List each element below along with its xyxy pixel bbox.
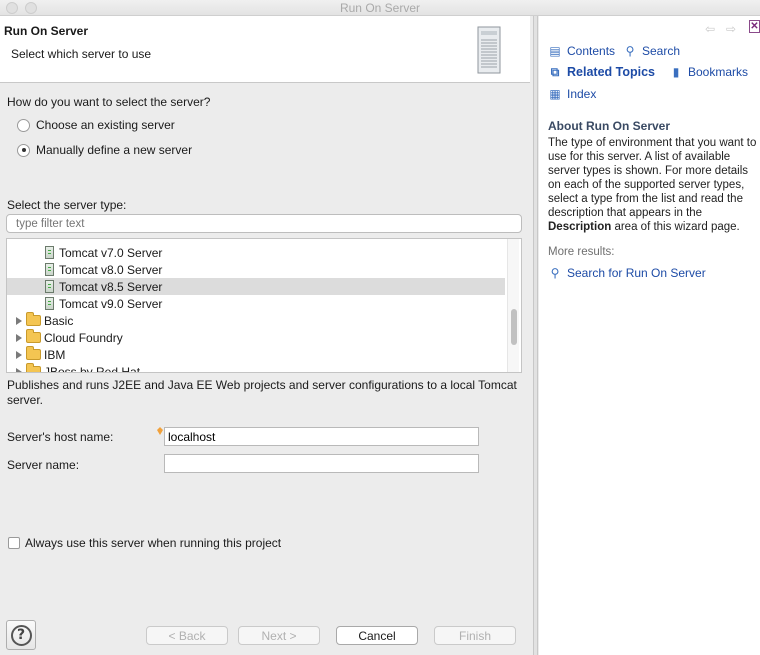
define-new-label: Manually define a new server: [36, 143, 193, 157]
related-topics-icon: ⧉: [550, 65, 560, 79]
search-icon: ⚲: [550, 266, 560, 280]
more-results-label: More results:: [548, 246, 615, 258]
expand-triangle-icon[interactable]: [16, 333, 22, 342]
server-tower-icon: [477, 26, 501, 74]
next-button[interactable]: Next >: [238, 626, 320, 645]
folder-icon: [26, 346, 41, 360]
expand-triangle-icon[interactable]: [16, 316, 22, 325]
help-search-label: Search: [642, 44, 681, 58]
server-icon: [45, 280, 54, 293]
search-for-label: Search for Run On Server: [567, 266, 706, 280]
host-name-input[interactable]: [164, 427, 479, 446]
tree-item-label: Basic: [44, 313, 74, 328]
help-search-link[interactable]: ⚲ Search: [623, 44, 680, 58]
about-text-part-1: The type of environment that you want to…: [548, 137, 757, 219]
tree-item-label: Cloud Foundry: [44, 330, 123, 345]
always-use-checkbox[interactable]: [8, 537, 20, 549]
about-text: The type of environment that you want to…: [548, 136, 758, 234]
cancel-button[interactable]: Cancel: [336, 626, 418, 645]
server-type-label: Select the server type:: [7, 198, 127, 212]
choose-existing-label: Choose an existing server: [36, 118, 175, 132]
help-related-topics-label: Related Topics: [567, 65, 655, 79]
tree-item-tomcat-7[interactable]: Tomcat v7.0 Server: [7, 244, 505, 261]
back-button[interactable]: < Back: [146, 626, 228, 645]
finish-button[interactable]: Finish: [434, 626, 516, 645]
help-index-link[interactable]: ▦ Index: [548, 87, 596, 101]
wizard-title: Run On Server: [4, 24, 89, 38]
folder-icon: [26, 312, 41, 326]
tree-scrollbar-thumb[interactable]: [511, 309, 517, 345]
help-button[interactable]: ?: [6, 620, 36, 650]
tree-item-tomcat-9[interactable]: Tomcat v9.0 Server: [7, 295, 505, 312]
server-icon: [45, 246, 54, 259]
help-contents-link[interactable]: ▤ Contents: [548, 44, 615, 58]
pane-divider[interactable]: [533, 16, 538, 655]
define-new-radio[interactable]: [17, 143, 30, 157]
search-icon: ⚲: [625, 44, 635, 58]
about-text-bold: Description: [548, 221, 612, 233]
server-type-filter-input[interactable]: [6, 214, 522, 233]
tree-item-tomcat-8[interactable]: Tomcat v8.0 Server: [7, 261, 505, 278]
close-help-icon[interactable]: ✕: [749, 20, 760, 33]
host-name-label: Server's host name:: [7, 430, 114, 444]
tree-item-tomcat-8-5[interactable]: Tomcat v8.5 Server: [7, 278, 505, 295]
back-arrow-icon[interactable]: ⇦: [705, 22, 715, 36]
question-mark-icon: ?: [10, 624, 32, 646]
wizard-header: Run On Server Select which server to use: [0, 16, 530, 83]
book-icon: ▤: [549, 44, 561, 58]
tree-folder-jboss[interactable]: JBoss by Red Hat: [7, 363, 505, 373]
tree-item-label: IBM: [44, 347, 66, 362]
expand-triangle-icon[interactable]: [16, 350, 22, 359]
tree-folder-cloud-foundry[interactable]: Cloud Foundry: [7, 329, 505, 346]
server-icon: [45, 263, 54, 276]
server-type-tree[interactable]: Tomcat v7.0 Server Tomcat v8.0 Server To…: [6, 238, 522, 373]
about-title: About Run On Server: [548, 119, 671, 133]
bookmark-icon: ▮: [672, 65, 680, 79]
wizard-panel: Run On Server Select which server to use…: [0, 16, 530, 655]
help-toolbar: ⇦ ⇨ ✕: [539, 16, 760, 40]
about-text-part-2: area of this wizard page.: [611, 221, 740, 233]
help-bookmarks-label: Bookmarks: [688, 65, 749, 79]
selection-question: How do you want to select the server?: [7, 95, 211, 109]
tree-item-label: Tomcat v9.0 Server: [59, 296, 163, 311]
folder-icon: [26, 329, 41, 343]
folder-icon: [26, 363, 41, 372]
tree-item-label: Tomcat v8.5 Server: [59, 279, 163, 294]
help-panel: ⇦ ⇨ ✕ ▤ Contents ⚲ Search ⧉ Related Topi…: [539, 16, 760, 655]
help-bookmarks-link[interactable]: ▮ Bookmarks: [669, 65, 748, 79]
window-title: Run On Server: [339, 1, 421, 15]
define-new-radio-row[interactable]: Manually define a new server: [17, 143, 192, 157]
server-icon: [45, 297, 54, 310]
tree-item-label: Tomcat v8.0 Server: [59, 262, 163, 277]
index-icon: ▦: [549, 87, 561, 101]
server-name-label: Server name:: [7, 458, 80, 472]
forward-arrow-icon[interactable]: ⇨: [726, 22, 736, 36]
help-related-topics-link[interactable]: ⧉ Related Topics: [548, 65, 655, 79]
always-use-label: Always use this server when running this…: [25, 536, 282, 550]
always-use-row[interactable]: Always use this server when running this…: [8, 536, 281, 550]
info-decorator-icon: [157, 427, 163, 435]
choose-existing-radio[interactable]: [17, 118, 30, 132]
server-description: Publishes and runs J2EE and Java EE Web …: [7, 378, 517, 407]
search-for-link[interactable]: ⚲ Search for Run On Server: [548, 266, 706, 280]
server-name-input[interactable]: [164, 454, 479, 473]
tree-scrollbar[interactable]: [507, 239, 519, 372]
wizard-subtitle: Select which server to use: [11, 47, 152, 61]
help-index-label: Index: [567, 87, 597, 101]
choose-existing-radio-row[interactable]: Choose an existing server: [17, 118, 175, 132]
help-contents-label: Contents: [567, 44, 616, 58]
tree-item-label: JBoss by Red Hat: [44, 364, 141, 373]
window-titlebar: Run On Server: [0, 0, 760, 16]
tree-folder-ibm[interactable]: IBM: [7, 346, 505, 363]
expand-triangle-icon[interactable]: [16, 367, 22, 372]
tree-item-label: Tomcat v7.0 Server: [59, 245, 163, 260]
tree-folder-basic[interactable]: Basic: [7, 312, 505, 329]
